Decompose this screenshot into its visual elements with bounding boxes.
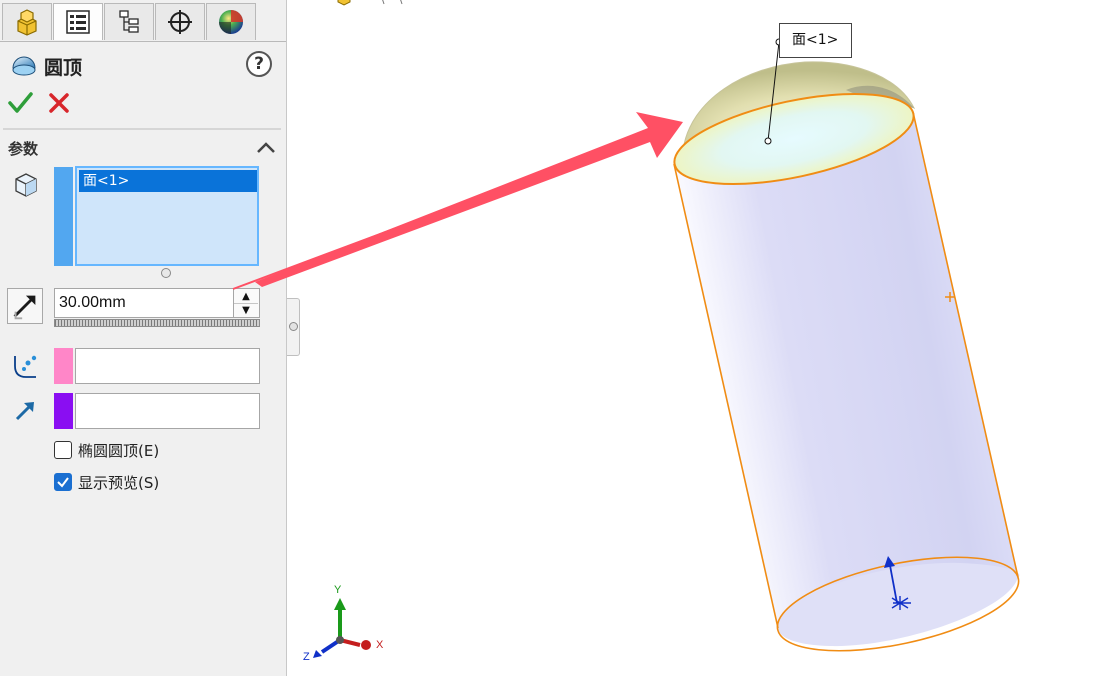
coordinate-triad	[313, 598, 371, 658]
model-scene[interactable]: Y X Z	[0, 0, 1098, 676]
triad-y-label: Y	[334, 584, 342, 596]
triad-x-label: X	[376, 639, 384, 651]
cylinder-body[interactable]	[674, 112, 1018, 628]
face-callout[interactable]: 面<1>	[779, 23, 852, 58]
pointer-arrow	[255, 112, 683, 287]
triad-z-label: Z	[303, 651, 310, 663]
